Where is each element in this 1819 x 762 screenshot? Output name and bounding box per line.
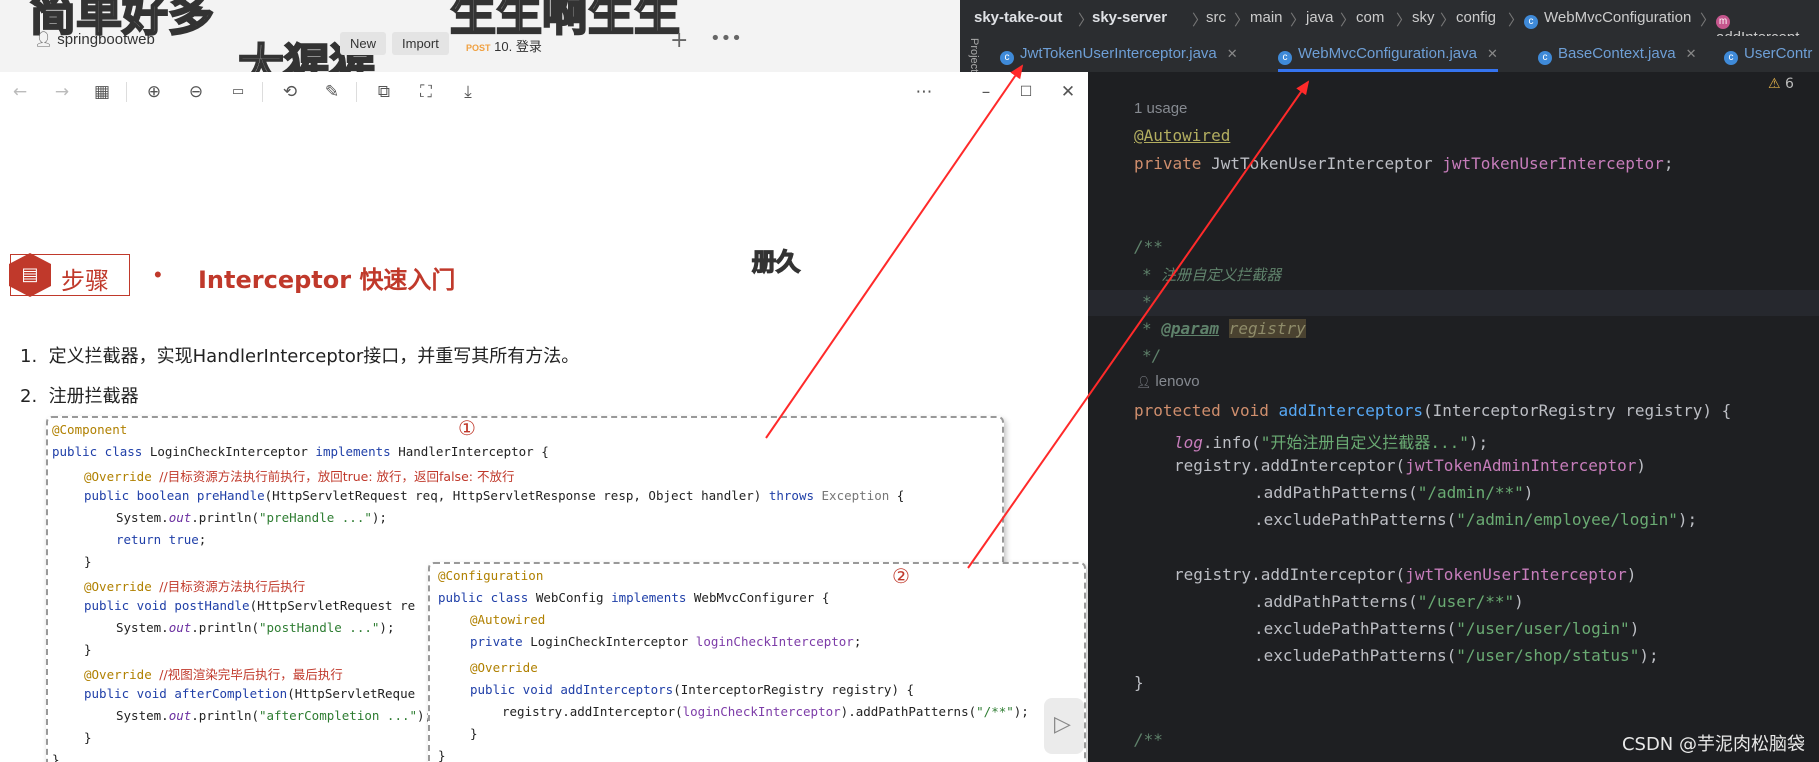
annotation-arrows <box>765 64 1310 569</box>
arrow-to-webmvc-tab <box>967 80 1310 569</box>
watermark: CSDN @芋泥肉松脑袋 <box>1621 734 1805 755</box>
arrow-to-user-interceptor-tab <box>765 64 1024 439</box>
